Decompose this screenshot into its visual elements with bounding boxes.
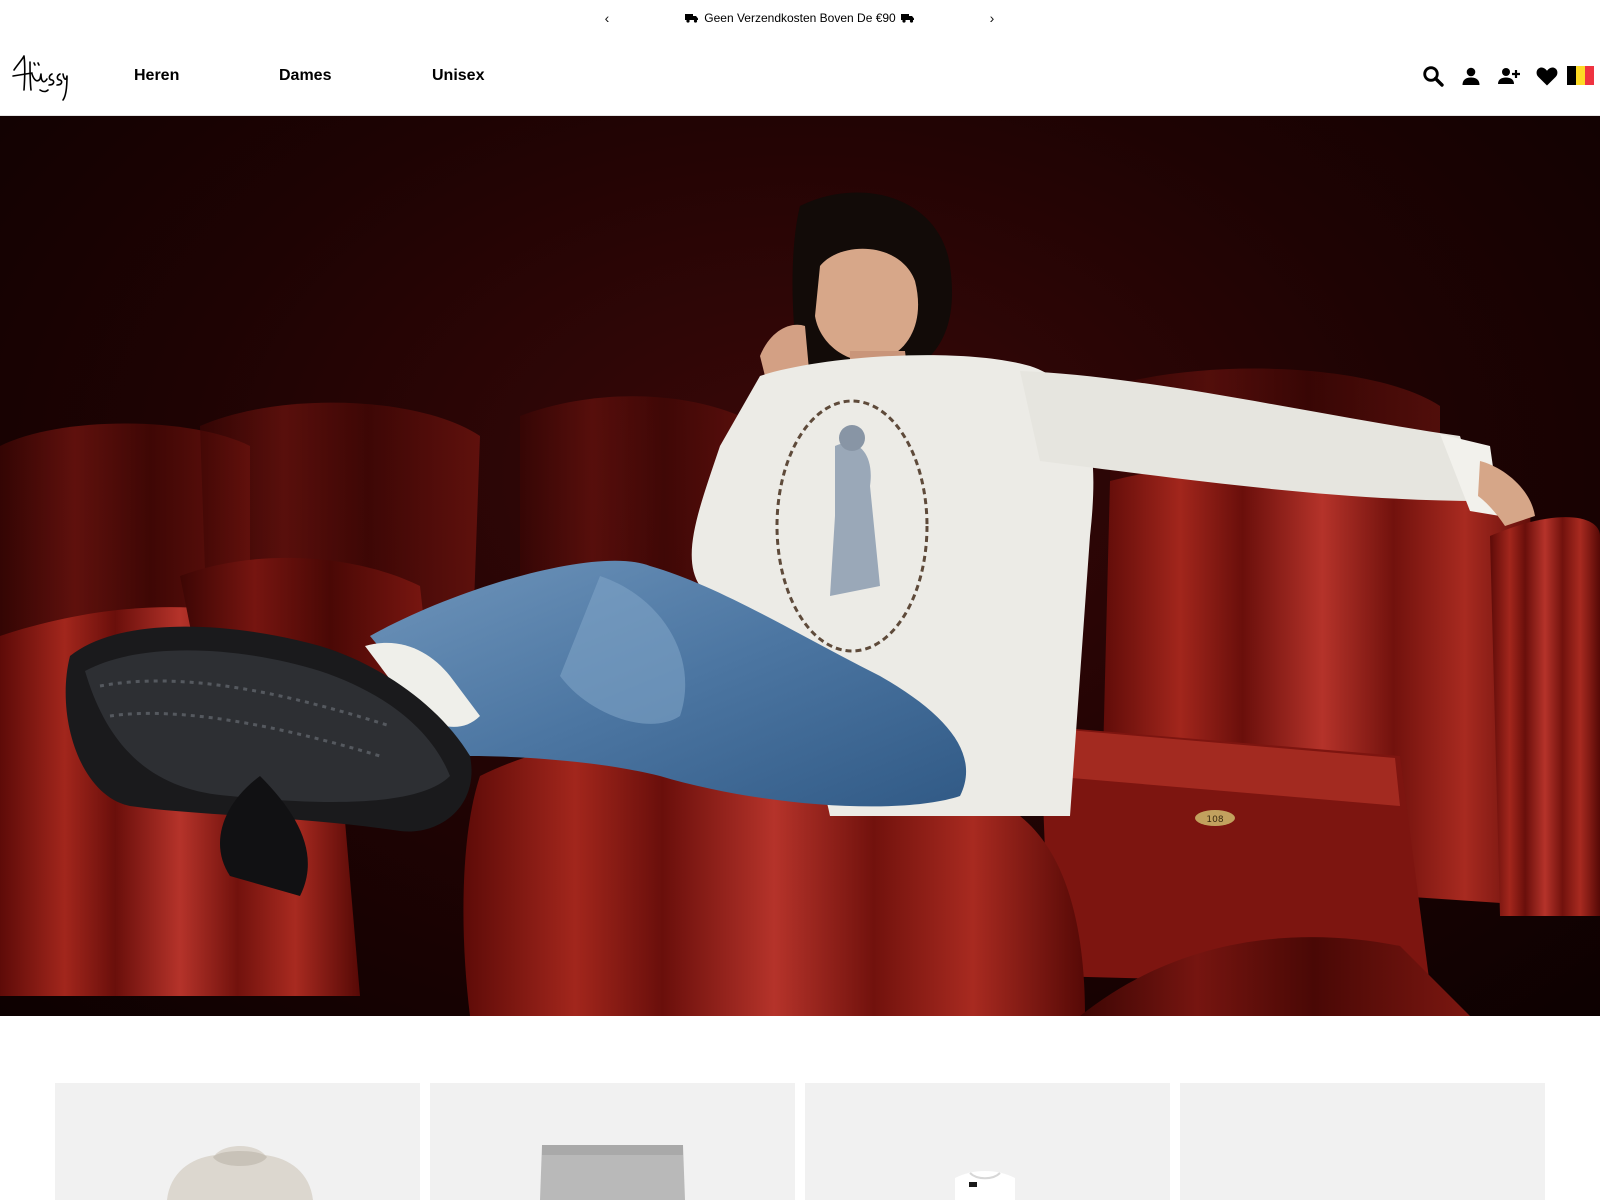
product-card[interactable] — [805, 1083, 1170, 1200]
site-header: Heren Dames Unisex — [0, 36, 1600, 116]
nav-dames[interactable]: Dames — [279, 66, 331, 86]
stussy-logo[interactable] — [10, 50, 68, 102]
product-card[interactable] — [430, 1083, 795, 1200]
truck-icon — [900, 14, 914, 23]
country-flag-belgium-icon[interactable] — [1567, 66, 1594, 85]
wishlist-heart-icon[interactable] — [1535, 64, 1559, 88]
hero-image[interactable]: 108 — [0, 116, 1600, 1016]
product-card[interactable] — [1180, 1083, 1545, 1200]
tshirt-image — [955, 1171, 1015, 1200]
search-icon[interactable] — [1421, 64, 1445, 88]
announcement-text: Geen Verzendkosten Boven De €90 — [704, 11, 896, 25]
hoodie-image — [167, 1146, 313, 1200]
seat-number-plate: 108 — [1206, 815, 1223, 825]
announcement-message-wrap: Geen Verzendkosten Boven De €90 — [0, 0, 1600, 36]
product-grid — [55, 1083, 1545, 1200]
hero-illustration: 108 — [0, 192, 1600, 1016]
truck-icon — [685, 14, 699, 23]
account-icon[interactable] — [1459, 64, 1483, 88]
nav-heren[interactable]: Heren — [134, 66, 179, 86]
product-card[interactable] — [55, 1083, 420, 1200]
sweatpants-image — [540, 1145, 685, 1200]
register-icon[interactable] — [1497, 64, 1521, 88]
announcement-next-arrow[interactable]: › — [984, 9, 1000, 27]
nav-unisex[interactable]: Unisex — [432, 66, 484, 86]
announcement-bar: ‹ Geen Verzendkosten Boven De €90 › — [0, 0, 1600, 36]
